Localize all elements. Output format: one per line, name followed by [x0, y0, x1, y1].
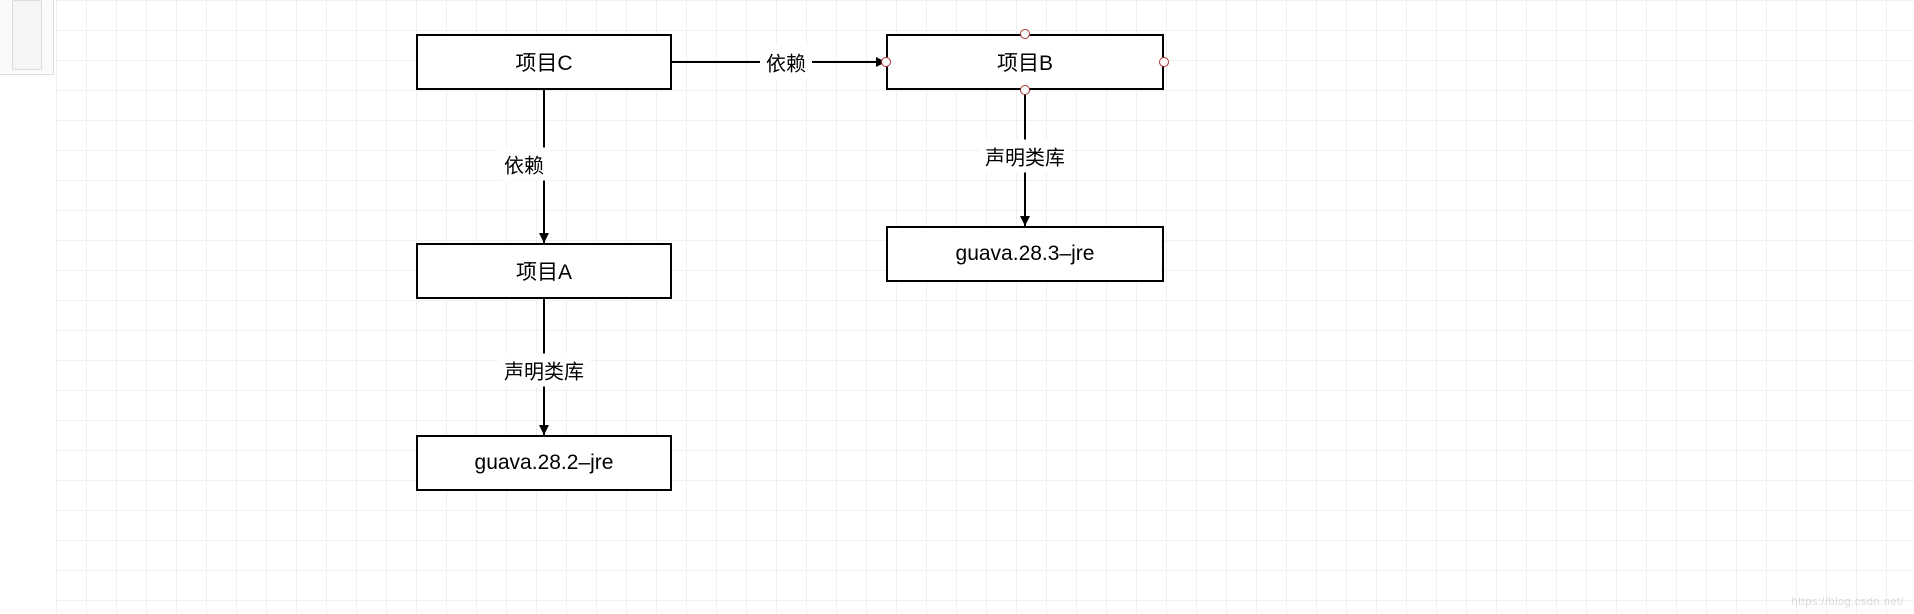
selection-handle-left[interactable]	[881, 57, 891, 67]
node-label: 项目B	[997, 47, 1053, 77]
edge-label-c-a[interactable]: 依赖	[498, 148, 550, 181]
node-project-a[interactable]: 项目A	[416, 243, 672, 299]
selection-handle-bottom[interactable]	[1020, 85, 1030, 95]
sidebar-scroll-thumb[interactable]	[12, 0, 42, 70]
node-project-c[interactable]: 项目C	[416, 34, 672, 90]
edges-layer	[56, 0, 1914, 614]
node-label: 项目C	[515, 47, 572, 77]
node-guava-282[interactable]: guava.28.2–jre	[416, 435, 672, 491]
selection-handle-right[interactable]	[1159, 57, 1169, 67]
sidebar-panel	[0, 0, 54, 75]
node-guava-283[interactable]: guava.28.3–jre	[886, 226, 1164, 282]
node-label: 项目A	[516, 256, 572, 286]
edge-label-b-guava283[interactable]: 声明类库	[979, 140, 1071, 173]
edge-label-c-b[interactable]: 依赖	[760, 46, 812, 79]
edge-label-a-guava282[interactable]: 声明类库	[498, 354, 590, 387]
node-project-b[interactable]: 项目B	[886, 34, 1164, 90]
node-label: guava.28.3–jre	[956, 242, 1095, 266]
watermark-text: https://blog.csdn.net/	[1791, 596, 1904, 608]
node-label: guava.28.2–jre	[475, 451, 614, 475]
diagram-canvas[interactable]: 项目C 项目B 项目A guava.28.2–jre guava.28.3–jr…	[56, 0, 1914, 614]
selection-handle-top[interactable]	[1020, 29, 1030, 39]
